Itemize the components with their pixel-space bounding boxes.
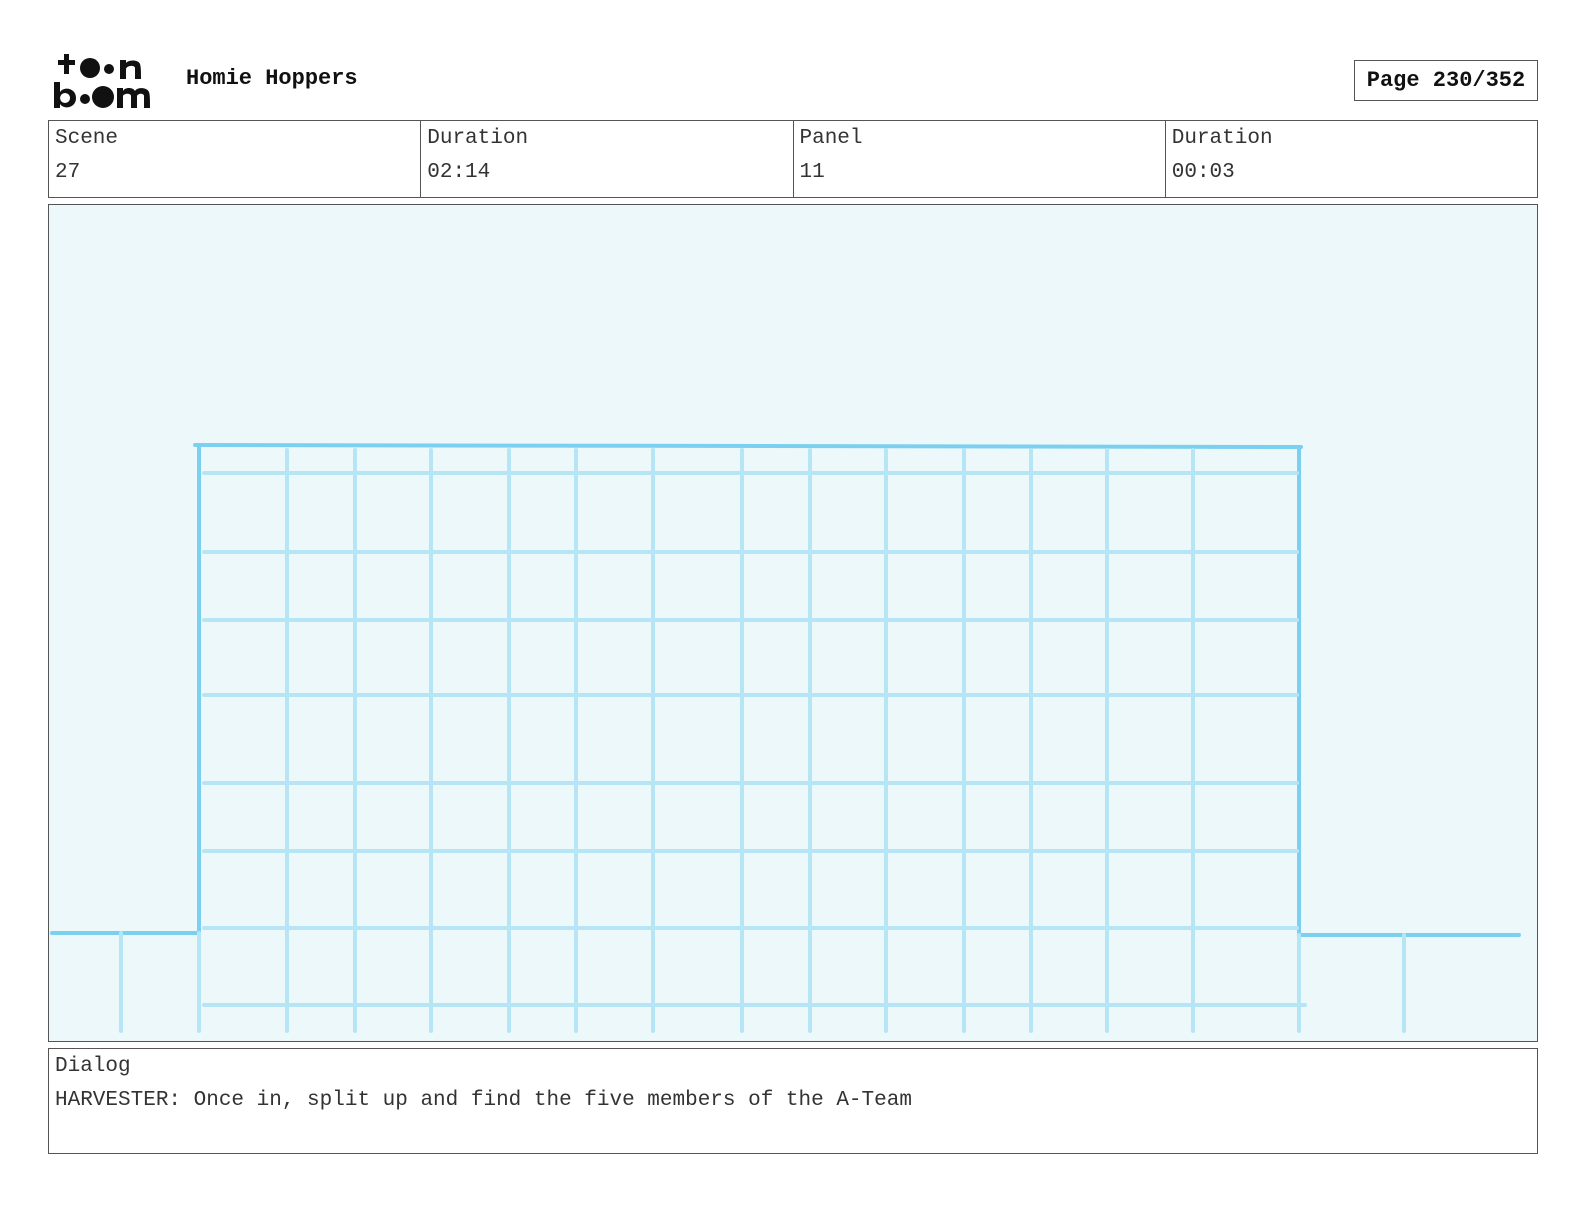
panel-duration-label: Duration [1171, 127, 1273, 150]
toon-boom-logo [52, 52, 164, 112]
storyboard-panel [48, 204, 1538, 1042]
project-title: Homie Hoppers [186, 66, 358, 91]
panel-sketch [50, 443, 1521, 1033]
dialog-label: Dialog [55, 1055, 131, 1078]
dialog-text: HARVESTER: Once in, split up and find th… [55, 1089, 912, 1112]
dialog-box: Dialog HARVESTER: Once in, split up and … [48, 1048, 1538, 1154]
scene-duration-label: Duration [427, 127, 529, 150]
page-indicator: Page 230/352 [1354, 60, 1538, 101]
scene-cell: Scene 27 [49, 121, 422, 197]
scene-value: 27 [55, 161, 81, 184]
scene-duration-value: 02:14 [427, 161, 491, 184]
scene-label: Scene [55, 127, 119, 150]
panel-value: 11 [799, 161, 825, 184]
panel-duration-cell: Duration 00:03 [1166, 121, 1537, 197]
panel-duration-value: 00:03 [1171, 161, 1235, 184]
scene-duration-cell: Duration 02:14 [421, 121, 794, 197]
info-table: Scene 27 Duration 02:14 Panel 11 Duratio… [48, 120, 1538, 198]
panel-cell: Panel 11 [794, 121, 1166, 197]
panel-label: Panel [799, 127, 863, 150]
building-roof-line [193, 443, 1303, 449]
